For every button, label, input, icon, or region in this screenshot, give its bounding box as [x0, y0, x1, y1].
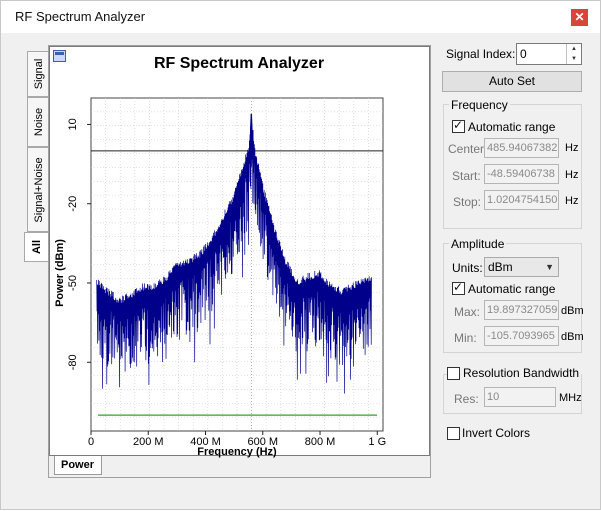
plot-area [49, 46, 430, 456]
units-label: Units: [452, 261, 483, 275]
stop-label: Stop: [453, 195, 482, 209]
center-unit: Hz [565, 142, 579, 154]
chevron-down-icon: ▼ [545, 262, 554, 272]
res-unit: MHz [559, 392, 582, 404]
resolution-bandwidth-label: Resolution Bandwidth [461, 366, 582, 380]
tab-noise[interactable]: Noise [27, 97, 49, 147]
close-icon: ✕ [574, 10, 585, 24]
plot-window-icon [53, 50, 66, 62]
res-label: Res: [454, 392, 479, 406]
min-field[interactable]: -105.7093965 [484, 326, 559, 346]
stop-unit: Hz [565, 195, 579, 207]
units-value: dBm [488, 260, 513, 274]
window-title: RF Spectrum Analyzer [15, 9, 146, 24]
tab-signal-plus-noise[interactable]: Signal+Noise [27, 147, 49, 232]
tab-power[interactable]: Power [54, 456, 102, 475]
frequency-group-title: Frequency [449, 98, 510, 112]
start-unit: Hz [565, 169, 579, 181]
signal-index-label: Signal Index: [446, 47, 516, 61]
spin-up-icon[interactable]: ▲ [567, 44, 581, 54]
invert-colors-checkbox[interactable] [447, 427, 460, 440]
signal-index-value: 0 [520, 47, 527, 61]
start-label: Start: [452, 169, 481, 183]
center-label: Center: [448, 142, 488, 156]
units-select[interactable]: dBm ▼ [484, 257, 559, 277]
plot-panel [48, 45, 431, 478]
close-button[interactable]: ✕ [571, 9, 588, 26]
amplitude-group-title: Amplitude [449, 237, 507, 251]
auto-set-button[interactable]: Auto Set [442, 71, 582, 92]
max-label: Max: [454, 305, 481, 319]
center-field[interactable]: 485.94067382 [484, 138, 559, 158]
tab-all[interactable]: All [24, 232, 49, 262]
min-unit: dBm [561, 331, 584, 343]
amplitude-automatic-range-label: Automatic range [468, 282, 556, 296]
signal-index-stepper[interactable]: 0 ▲ ▼ [516, 43, 582, 65]
invert-colors-label: Invert Colors [462, 426, 531, 440]
res-field[interactable]: 10 [484, 387, 556, 407]
rf-spectrum-analyzer-window: RF Spectrum Analyzer ✕ Signal Noise Sign… [0, 0, 601, 510]
frequency-automatic-range-checkbox[interactable] [452, 118, 465, 133]
min-label: Min: [454, 331, 477, 345]
max-unit: dBm [561, 305, 584, 317]
amplitude-automatic-range-checkbox[interactable] [452, 280, 465, 295]
tab-signal[interactable]: Signal [27, 51, 49, 97]
title-bar: RF Spectrum Analyzer ✕ [1, 1, 600, 33]
spin-down-icon[interactable]: ▼ [567, 54, 581, 64]
resolution-bandwidth-checkbox[interactable] [447, 367, 460, 380]
start-field[interactable]: -48.59406738 [484, 164, 559, 184]
stop-field[interactable]: 1.0204754150 [484, 190, 559, 210]
max-field[interactable]: 19.897327059 [484, 300, 559, 320]
frequency-automatic-range-label: Automatic range [468, 120, 556, 134]
